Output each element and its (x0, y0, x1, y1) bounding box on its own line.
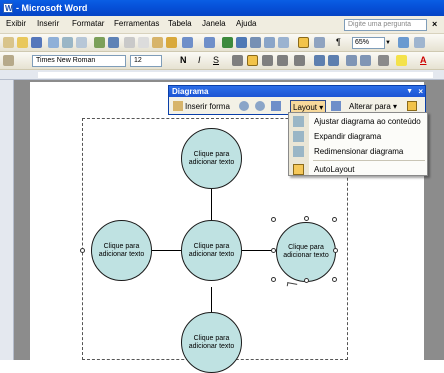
numbering-icon[interactable] (314, 55, 325, 66)
columns-icon[interactable] (278, 37, 289, 48)
font-color-button[interactable]: A (420, 55, 427, 65)
tables-borders-icon[interactable] (236, 37, 247, 48)
toolbar-close-icon[interactable]: × (418, 86, 423, 97)
redo-icon[interactable] (204, 37, 215, 48)
paste-icon[interactable] (152, 37, 163, 48)
menu-item-autolayout[interactable]: AutoLayout (289, 162, 427, 177)
help-icon[interactable] (398, 37, 409, 48)
borders-icon[interactable] (378, 55, 389, 66)
diagram-node-center[interactable]: Clique para adicionar texto (181, 220, 242, 281)
font-size-field[interactable]: 12 (130, 55, 162, 67)
resize-handle-r[interactable] (333, 248, 338, 253)
resize-handle-tr[interactable] (332, 217, 337, 222)
word-app-icon (3, 1, 13, 17)
font-name-field[interactable]: Times New Roman (32, 55, 126, 67)
standard-toolbar: ¶ 65% ▼ (0, 34, 444, 52)
insert-table-icon[interactable] (250, 37, 261, 48)
diagram-node-top[interactable]: Clique para adicionar texto (181, 128, 242, 189)
new-document-icon[interactable] (3, 37, 14, 48)
print-icon[interactable] (62, 37, 73, 48)
toolbar-options-icon[interactable]: ▼ (406, 86, 413, 97)
horizontal-ruler (0, 70, 444, 80)
menu-item-resize-diagram[interactable]: Redimensionar diagrama (289, 144, 427, 159)
cut-icon[interactable] (124, 37, 135, 48)
menu-formatar[interactable]: Formatar (72, 19, 104, 28)
undo-icon[interactable] (182, 37, 193, 48)
diagram-node-bottom[interactable]: Clique para adicionar texto (181, 312, 242, 373)
connector-left (152, 250, 182, 251)
drawing-icon[interactable] (298, 37, 309, 48)
document-map-icon[interactable] (314, 37, 325, 48)
connector-bottom (211, 287, 212, 313)
zoom-dropdown-icon[interactable]: ▼ (384, 37, 392, 49)
show-hide-icon[interactable]: ¶ (336, 37, 341, 47)
resize-handle-t[interactable] (304, 216, 309, 221)
line-spacing-icon[interactable] (294, 55, 305, 66)
align-center-icon[interactable] (247, 55, 258, 66)
resize-handle-bl[interactable] (271, 277, 276, 282)
resize-handle-br[interactable] (332, 277, 337, 282)
highlight-icon[interactable] (396, 55, 407, 66)
menu-item-expand-diagram[interactable]: Expandir diagrama (289, 129, 427, 144)
menu-exibir[interactable]: Exibir (6, 19, 26, 28)
save-icon[interactable] (31, 37, 42, 48)
insert-excel-icon[interactable] (264, 37, 275, 48)
move-shape-backward-icon[interactable] (239, 101, 249, 111)
autoformat-icon[interactable] (331, 101, 341, 111)
open-folder-icon[interactable] (17, 37, 28, 48)
align-right-icon[interactable] (262, 55, 273, 66)
permission-icon[interactable] (48, 37, 59, 48)
diagram-toolbar: Diagrama ▼ × Inserir forma Layout ▾ Alte… (168, 85, 426, 115)
vertical-ruler (0, 80, 14, 360)
increase-indent-icon[interactable] (360, 55, 371, 66)
close-document-icon[interactable]: × (432, 19, 437, 29)
research-icon[interactable] (108, 37, 119, 48)
move-shape-forward-icon[interactable] (255, 101, 265, 111)
resize-diagram-icon (293, 146, 304, 157)
format-painter-icon[interactable] (166, 37, 177, 48)
autolayout-icon (293, 164, 304, 175)
menu-tabela[interactable]: Tabela (168, 19, 192, 28)
reading-mode-icon[interactable] (414, 37, 425, 48)
diagram-node-right[interactable]: Clique para adicionar texto (276, 222, 336, 282)
frame-handle-left[interactable] (80, 248, 85, 253)
help-search-input[interactable]: Digite uma pergunta (344, 19, 427, 31)
diagram-toolbar-title[interactable]: Diagrama ▼ × (169, 86, 425, 97)
menu-ajuda[interactable]: Ajuda (236, 19, 256, 28)
text-wrapping-icon[interactable] (407, 101, 417, 111)
menu-bar: Exibir Inserir Formatar Ferramentas Tabe… (0, 16, 444, 34)
fit-diagram-icon (293, 116, 304, 127)
resize-handle-tl[interactable] (271, 217, 276, 222)
bullets-icon[interactable] (328, 55, 339, 66)
resize-handle-b[interactable] (304, 278, 309, 283)
hyperlink-icon[interactable] (222, 37, 233, 48)
menu-inserir[interactable]: Inserir (37, 19, 59, 28)
italic-button[interactable]: I (198, 55, 201, 65)
menu-ferramentas[interactable]: Ferramentas (114, 19, 159, 28)
justify-icon[interactable] (277, 55, 288, 66)
underline-button[interactable]: S (213, 55, 219, 65)
styles-icon[interactable] (3, 55, 14, 66)
formatting-toolbar: Times New Roman 12 N I S A (0, 52, 444, 70)
reverse-diagram-icon[interactable] (271, 101, 281, 111)
window-title: - Microsoft Word (16, 3, 88, 13)
menu-janela[interactable]: Janela (202, 19, 226, 28)
copy-icon[interactable] (138, 37, 149, 48)
align-left-icon[interactable] (232, 55, 243, 66)
menu-item-fit-diagram[interactable]: Ajustar diagrama ao conteúdo (289, 114, 427, 129)
decrease-indent-icon[interactable] (346, 55, 357, 66)
insert-shape-button[interactable]: Inserir forma (183, 100, 232, 113)
spelling-icon[interactable] (94, 37, 105, 48)
resize-handle-l[interactable] (271, 248, 276, 253)
zoom-field[interactable]: 65% (352, 37, 385, 49)
print-preview-icon[interactable] (76, 37, 87, 48)
layout-dropdown-menu: Ajustar diagrama ao conteúdo Expandir di… (288, 112, 428, 176)
bold-button[interactable]: N (180, 55, 187, 65)
diagram-node-left[interactable]: Clique para adicionar texto (91, 220, 152, 281)
menu-separator (313, 160, 425, 161)
window-title-bar: - Microsoft Word (0, 0, 444, 17)
expand-diagram-icon (293, 131, 304, 142)
insert-shape-icon (173, 101, 183, 111)
